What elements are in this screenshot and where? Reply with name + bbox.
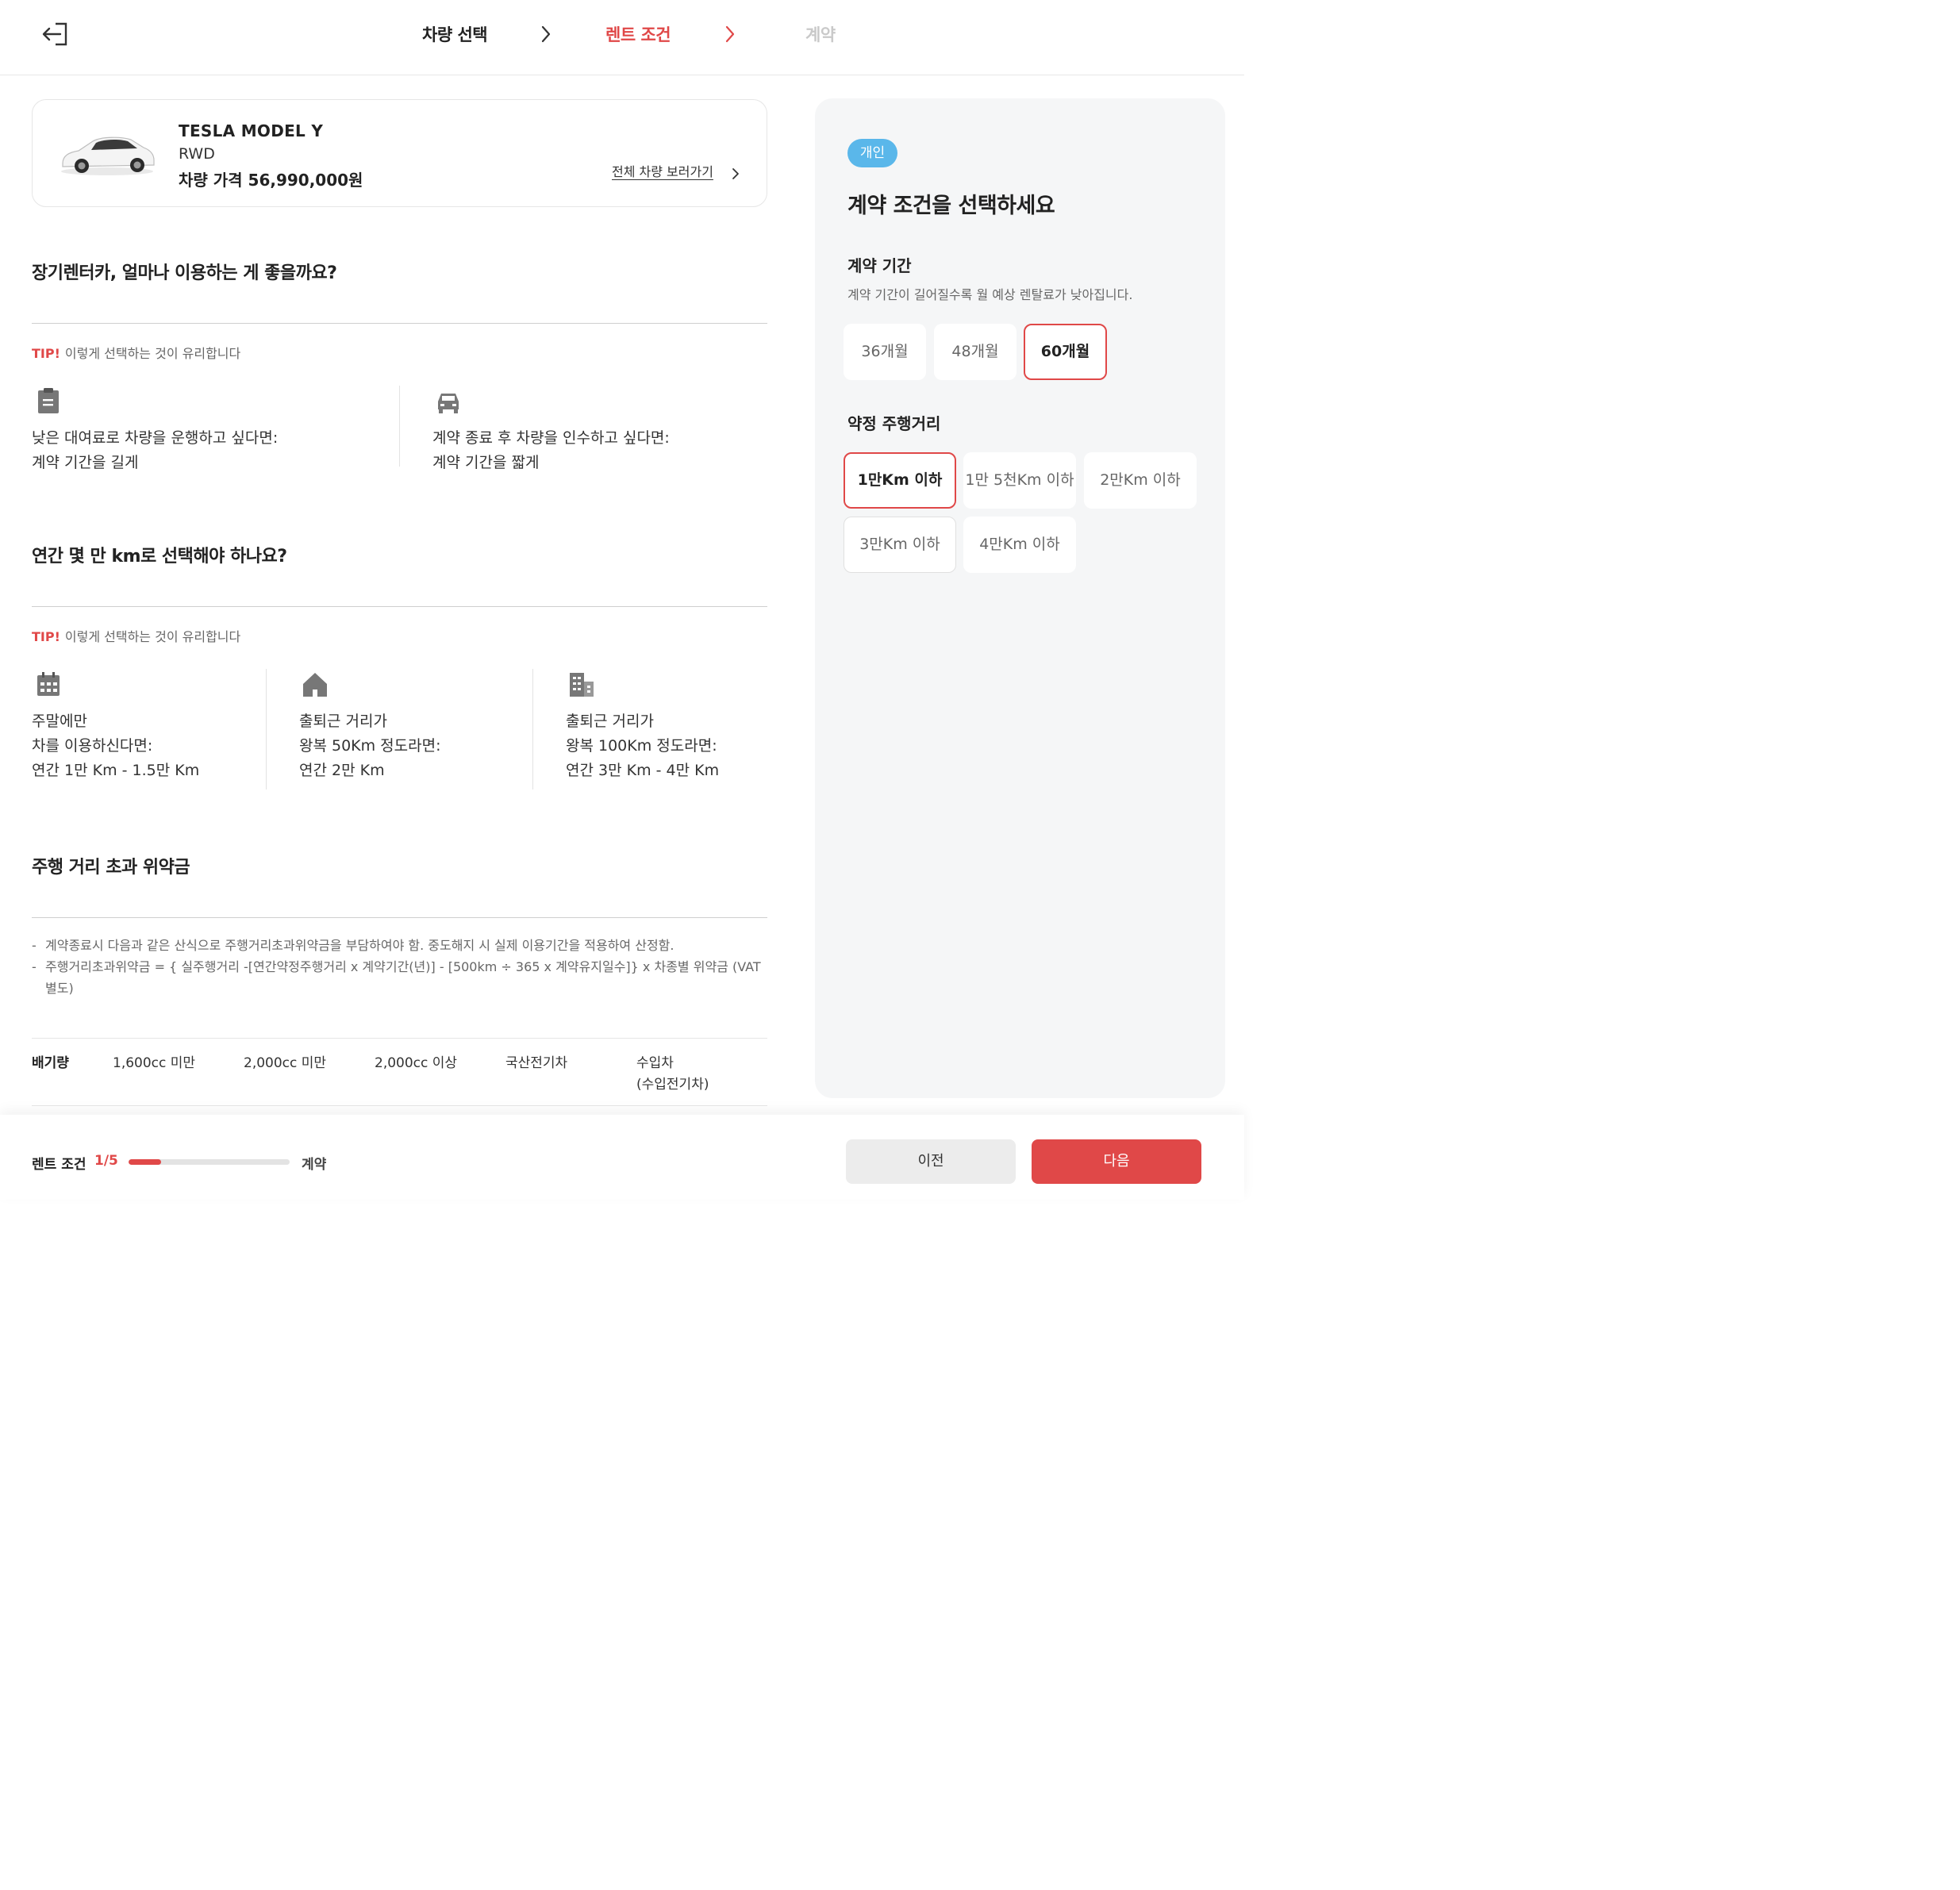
- house-icon: [303, 673, 327, 697]
- top-header: 차량 선택 렌트 조건 계약: [0, 0, 1244, 75]
- progress-fill: [129, 1159, 161, 1165]
- period-tip-long: 낮은 대여료로 차량을 운행하고 싶다면: 계약 기간을 길게: [32, 429, 279, 471]
- mileage-option-15000[interactable]: 1만 5천Km 이하: [963, 452, 1076, 509]
- table-header-cell: 2,000cc 미만: [244, 1055, 327, 1071]
- period-description: 계약 기간이 길어질수록 월 예상 렌탈료가 낮아집니다.: [847, 287, 1133, 302]
- period-tip-short: 계약 종료 후 차량을 인수하고 싶다면: 계약 기간을 짧게: [432, 429, 670, 471]
- next-step-label: 계약: [302, 1157, 327, 1173]
- building-icon: [570, 673, 594, 697]
- step-vehicle-select[interactable]: 차량 선택: [422, 22, 488, 46]
- table-header-cell: 1,600cc 미만: [113, 1055, 196, 1071]
- period-option-48[interactable]: 48개월: [934, 324, 1017, 380]
- table-header-cell: 수입차 (수입전기차): [636, 1055, 709, 1093]
- panel-title: 계약 조건을 선택하세요: [847, 194, 1055, 218]
- mileage-tip-100km: 출퇴근 거리가 왕복 100Km 정도라면: 연간 3만 Km - 4만 Km: [566, 713, 720, 779]
- step-contract: 계약: [805, 25, 836, 44]
- table-border: [32, 1038, 767, 1039]
- section-divider: [32, 917, 767, 918]
- current-step-label: 렌트 조건: [32, 1157, 86, 1173]
- clipboard-icon: [38, 388, 59, 413]
- tip-label: TIP!: [32, 346, 60, 361]
- column-divider: [399, 386, 400, 467]
- step-rent-conditions[interactable]: 렌트 조건: [605, 22, 671, 46]
- mileage-option-10000[interactable]: 1만Km 이하: [844, 452, 956, 509]
- table-header-cell: 국산전기차: [505, 1055, 568, 1071]
- period-option-60[interactable]: 60개월: [1024, 324, 1107, 380]
- tip-text: 이렇게 선택하는 것이 유리합니다: [64, 629, 241, 644]
- view-all-vehicles-link[interactable]: 전체 차량 보러가기: [612, 161, 713, 180]
- penalty-note: 계약종료시 다음과 같은 산식으로 주행거리초과위약금을 부담하여야 함. 중도…: [32, 935, 762, 956]
- period-label: 계약 기간: [847, 256, 912, 275]
- chevron-right-icon[interactable]: [731, 167, 740, 181]
- penalty-note: 주행거리초과위약금 = { 실주행거리 -[연간약정주행거리 x 계약기간(년)…: [32, 956, 762, 999]
- car-image: [61, 136, 155, 175]
- period-option-36[interactable]: 36개월: [844, 324, 926, 380]
- section-divider: [32, 323, 767, 324]
- section-divider: [32, 606, 767, 607]
- bottom-action-bar: 렌트 조건 1/5 계약 이전 다음: [0, 1115, 1244, 1200]
- mileage-option-30000[interactable]: 3만Km 이하: [844, 517, 956, 573]
- period-section-title: 장기렌터카, 얼마나 이용하는 게 좋을까요?: [32, 263, 337, 283]
- vehicle-price: 차량 가격 56,990,000원: [179, 171, 363, 190]
- step-counter: 1/5: [94, 1153, 118, 1169]
- chevron-right-icon: [725, 25, 735, 43]
- calendar-icon: [37, 672, 60, 696]
- progress-bar: [129, 1159, 290, 1165]
- mileage-section-title: 연간 몇 만 km로 선택해야 하나요?: [32, 547, 287, 567]
- column-divider: [532, 669, 533, 789]
- table-header-displacement: 배기량: [32, 1055, 69, 1071]
- mileage-tip-50km: 출퇴근 거리가 왕복 50Km 정도라면: 연간 2만 Km: [299, 713, 441, 779]
- tip-text: 이렇게 선택하는 것이 유리합니다: [64, 346, 241, 361]
- next-button[interactable]: 다음: [1032, 1139, 1201, 1184]
- tip-label: TIP!: [32, 629, 60, 644]
- previous-button[interactable]: 이전: [846, 1139, 1016, 1184]
- customer-type-badge: 개인: [847, 139, 897, 167]
- mileage-option-40000[interactable]: 4만Km 이하: [963, 517, 1076, 573]
- exit-icon[interactable]: [40, 21, 70, 48]
- contract-conditions-panel: 개인 계약 조건을 선택하세요 계약 기간 계약 기간이 길어질수록 월 예상 …: [815, 98, 1225, 1098]
- mileage-option-20000[interactable]: 2만Km 이하: [1084, 452, 1197, 509]
- table-border: [32, 1105, 767, 1106]
- table-header-cell: 2,000cc 이상: [375, 1055, 458, 1071]
- mileage-tip-weekend: 주말에만 차를 이용하신다면: 연간 1만 Km - 1.5만 Km: [32, 713, 200, 779]
- penalty-section-title: 주행 거리 초과 위약금: [32, 858, 190, 878]
- column-divider: [266, 669, 267, 789]
- vehicle-name: TESLA MODEL Y: [179, 121, 324, 140]
- vehicle-card: TESLA MODEL Y RWD 차량 가격 56,990,000원 전체 차…: [32, 99, 767, 207]
- chevron-right-icon: [541, 25, 551, 43]
- period-tip: TIP! 이렇게 선택하는 것이 유리합니다: [32, 343, 240, 362]
- car-icon: [438, 394, 459, 413]
- mileage-label: 약정 주행거리: [847, 414, 941, 433]
- penalty-notes: 계약종료시 다음과 같은 산식으로 주행거리초과위약금을 부담하여야 함. 중도…: [32, 935, 762, 999]
- mileage-tip: TIP! 이렇게 선택하는 것이 유리합니다: [32, 626, 240, 645]
- vehicle-trim: RWD: [179, 145, 215, 163]
